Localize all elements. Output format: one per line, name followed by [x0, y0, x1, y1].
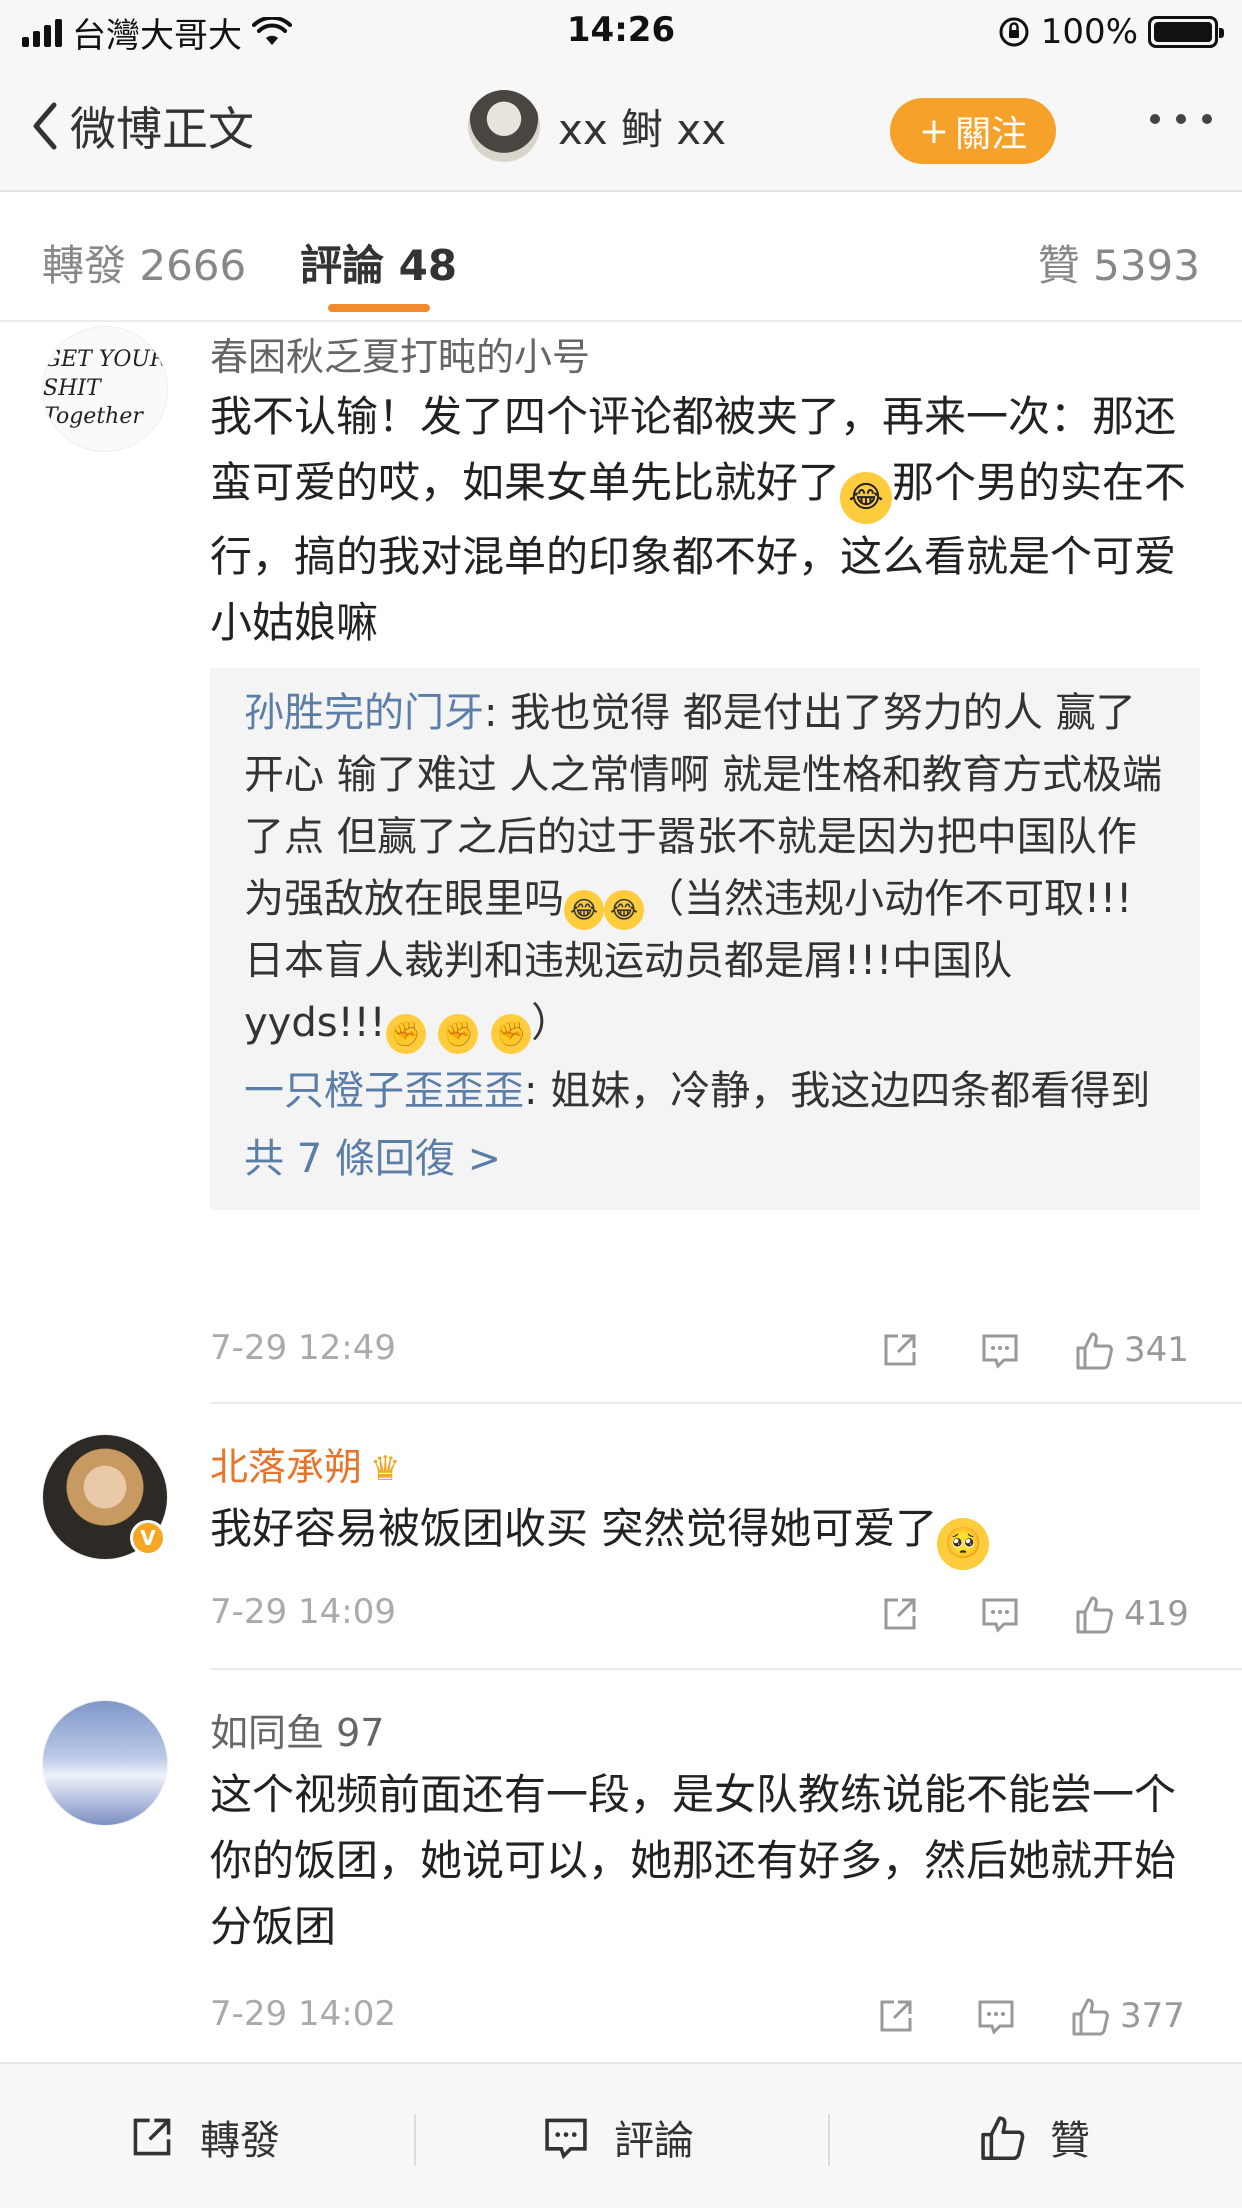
fist-emoji-icon: ✊: [491, 1014, 532, 1054]
comment-icon: [982, 1598, 1018, 1633]
divider: [210, 1402, 1242, 1404]
laugh-cry-emoji-icon: 😂: [604, 890, 644, 930]
comment-time: 7-29 14:09: [210, 1592, 396, 1632]
divider: [828, 2114, 830, 2166]
reply-username[interactable]: 一只橙子歪歪歪: [244, 1068, 524, 1114]
comment-time: 7-29 14:02: [210, 1994, 396, 2034]
comment-button[interactable]: 評論: [540, 2064, 694, 2208]
replies-box[interactable]: 孙胜完的门牙: 我也觉得 都是付出了努力的人 赢了开心 输了难过 人之常情啊 就…: [210, 668, 1200, 1210]
fist-emoji-icon: ✊: [438, 1014, 479, 1054]
laugh-cry-emoji-icon: 😂: [840, 472, 893, 524]
comment-icon: [978, 2000, 1014, 2035]
like-count: 419: [1124, 1594, 1189, 1634]
active-tab-indicator: [328, 304, 430, 312]
comment-username[interactable]: 如同鱼 97: [210, 1702, 384, 1757]
comment-text: 我好容易被饭团收买 突然觉得她可爱了 🥺: [210, 1496, 1200, 1570]
share-icon: [133, 2118, 171, 2156]
divider: [210, 1668, 1242, 1670]
comment-username[interactable]: 春困秋乏夏打盹的小号: [210, 326, 590, 381]
bottom-action-bar: 轉發 評論 贊: [0, 2062, 1242, 2208]
comment-meta: 7-29 14:02 377: [210, 1986, 1200, 2046]
tab-repost[interactable]: 轉發 2666: [42, 232, 246, 293]
reply-button[interactable]: [978, 1328, 1022, 1372]
thumbs-up-icon: [981, 2116, 1025, 2161]
reply-item: 孙胜完的门牙: 我也觉得 都是付出了努力的人 赢了开心 输了难过 人之常情啊 就…: [244, 682, 1166, 1054]
orientation-lock-icon: [999, 17, 1029, 47]
comment-meta: 7-29 12:49 341: [210, 1320, 1200, 1380]
avatar[interactable]: [468, 90, 540, 162]
share-icon: [884, 1598, 916, 1630]
comment-icon: [545, 2118, 587, 2160]
nav-user[interactable]: xx 鲥 xx: [468, 90, 726, 162]
follow-button[interactable]: + 關注: [890, 98, 1056, 164]
thumbs-up-icon: [1076, 1332, 1113, 1370]
like-label: 贊: [1050, 2118, 1090, 2164]
comment-time: 7-29 12:49: [210, 1328, 396, 1368]
status-right: 100%: [997, 10, 1224, 54]
reply-button[interactable]: [978, 1592, 1022, 1636]
back-button[interactable]: 微博正文: [30, 94, 254, 158]
comment-username[interactable]: 北落承朔 ♛: [210, 1436, 401, 1491]
back-label: 微博正文: [70, 102, 254, 156]
like-button[interactable]: 341: [1072, 1328, 1189, 1372]
like-button[interactable]: 贊: [976, 2064, 1090, 2208]
repost-label: 轉發: [200, 2118, 280, 2164]
avatar[interactable]: [42, 1700, 168, 1826]
like-count: 341: [1124, 1330, 1189, 1370]
tab-likes[interactable]: 贊 5393: [1038, 232, 1200, 293]
plus-icon: +: [918, 110, 950, 152]
thumbs-up-icon: [1072, 1998, 1109, 2036]
tab-comments[interactable]: 評論 48: [300, 232, 457, 293]
tab-bar: 轉發 2666 評論 48 贊 5393: [0, 192, 1242, 322]
verified-badge-icon: V: [130, 1520, 166, 1556]
status-bar: 台灣大哥大 14:26 100%: [0, 0, 1242, 60]
thumbs-up-icon: [1076, 1596, 1113, 1634]
reply-username[interactable]: 孙胜完的门牙: [244, 690, 484, 736]
share-icon: [884, 1334, 916, 1366]
share-button[interactable]: [878, 1328, 922, 1372]
chevron-left-icon: [33, 102, 57, 150]
comment-icon: [982, 1334, 1018, 1369]
share-button[interactable]: [878, 1592, 922, 1636]
battery-percent: 100%: [1040, 12, 1138, 52]
comment-text: 这个视频前面还有一段，是女队教练说能不能尝一个你的饭团，她说可以，她那还有好多，…: [210, 1770, 1177, 1951]
battery-icon: [1148, 16, 1224, 48]
repost-button[interactable]: 轉發: [126, 2064, 280, 2208]
nav-bar: 微博正文 xx 鲥 xx + 關注: [0, 60, 1242, 192]
like-button[interactable]: 419: [1072, 1592, 1189, 1636]
avatar[interactable]: GET YOUR SHIT Together: [42, 326, 168, 452]
divider: [414, 2114, 416, 2166]
comment-meta: 7-29 14:09 419: [210, 1584, 1200, 1644]
reply-item: 一只橙子歪歪歪: 姐妹，冷静，我这边四条都看得到: [244, 1068, 1151, 1114]
fist-emoji-icon: ✊: [385, 1014, 426, 1054]
like-count: 377: [1120, 1996, 1185, 2036]
more-options-icon[interactable]: [1150, 114, 1212, 124]
more-replies-link[interactable]: 共 7 條回復 >: [244, 1128, 1166, 1190]
like-button[interactable]: 377: [1068, 1994, 1185, 2038]
comment-text: 我不认输！发了四个评论都被夹了，再来一次：那还蛮可爱的哎，如果女单先比就好了 😂 那…: [210, 392, 1187, 647]
share-icon: [880, 2000, 912, 2032]
laugh-cry-emoji-icon: 😂: [564, 890, 604, 930]
comment-label: 評論: [614, 2118, 694, 2164]
reply-button[interactable]: [974, 1994, 1018, 2038]
nav-username: xx 鲥 xx: [558, 104, 727, 154]
pleading-emoji-icon: 🥺: [937, 1518, 990, 1570]
crown-icon: ♛: [370, 1449, 401, 1489]
share-button[interactable]: [874, 1994, 918, 2038]
follow-label: 關注: [955, 114, 1028, 155]
